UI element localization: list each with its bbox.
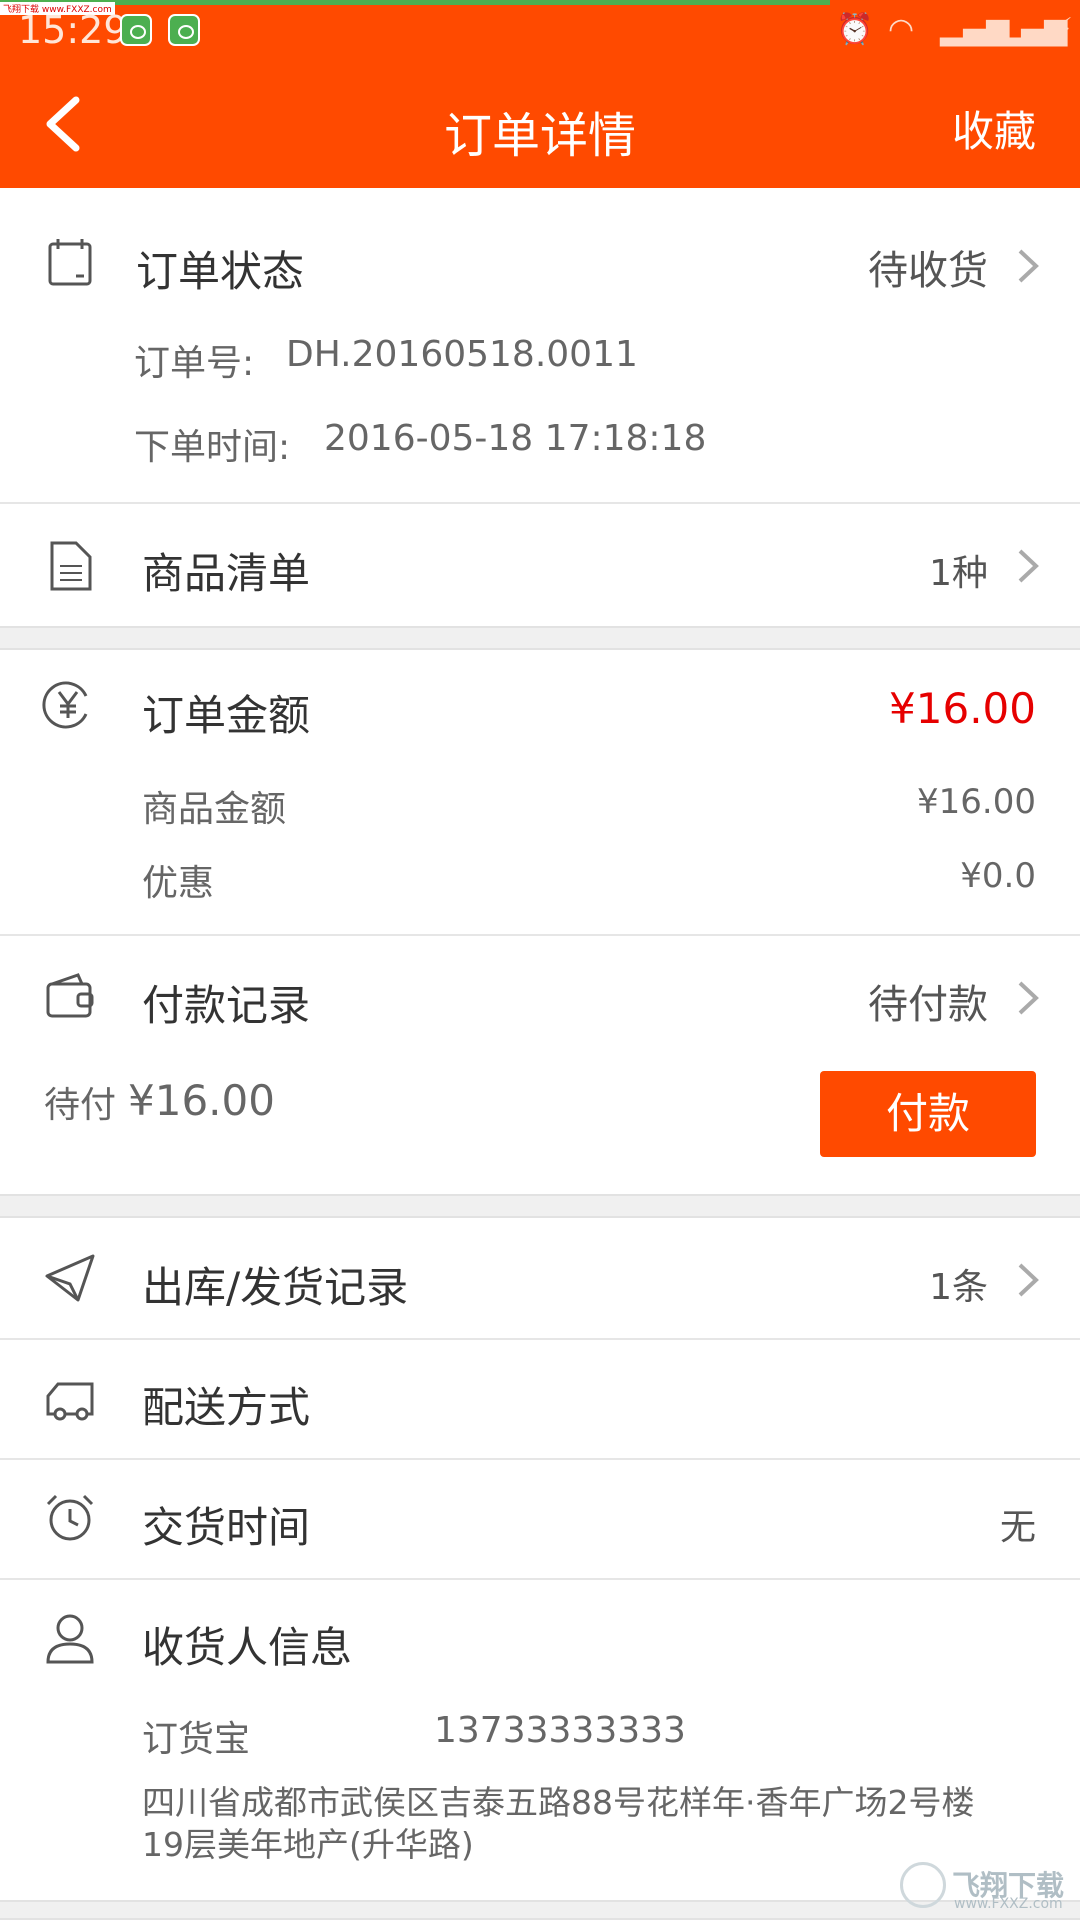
delivery-method-title: 配送方式 [142, 1383, 311, 1432]
receiver-address-line1: 四川省成都市武侯区吉泰五路88号花样年·香年广场2号楼 [142, 1783, 975, 1822]
site-watermark: 飞翔下载 www.FXXZ.com [900, 1858, 1070, 1914]
goods-list-title: 商品清单 [142, 549, 311, 598]
receiver-name: 订货宝 [142, 1719, 251, 1760]
shipping-record-count: 1条 [929, 1267, 988, 1308]
receiver-title: 收货人信息 [142, 1623, 353, 1672]
shipping-record-title: 出库/发货记录 [142, 1263, 409, 1312]
delivery-time-value: 无 [999, 1507, 1036, 1548]
divider [0, 502, 1080, 504]
paper-plane-icon [44, 1252, 96, 1304]
section-gap [0, 1194, 1080, 1218]
calendar-icon [44, 236, 96, 288]
chevron-right-icon [1012, 246, 1042, 286]
pending-amount: ¥16.00 [128, 1076, 275, 1125]
payment-status: 待付款 [868, 982, 988, 1028]
order-no-label: 订单号: [134, 343, 255, 384]
watermark-logo-icon [900, 1862, 946, 1908]
pending-label: 待付 [44, 1085, 117, 1126]
page-load-progress [0, 0, 830, 5]
divider [0, 934, 1080, 936]
order-time-value: 2016-05-18 17:18:18 [324, 418, 707, 459]
goods-list-count: 1种 [929, 553, 988, 594]
discount-value: ¥0.0 [960, 856, 1036, 896]
app-header: 订单详情 收藏 [0, 60, 1080, 188]
status-time: 15:29 [18, 8, 128, 52]
chevron-right-icon [1012, 1260, 1042, 1300]
order-status-value: 待收货 [868, 248, 988, 294]
order-amount-total: ¥16.00 [889, 684, 1036, 733]
watermark-url: www.FXXZ.com [954, 1896, 1063, 1912]
alarm-clock-icon [44, 1492, 96, 1544]
user-icon [44, 1612, 96, 1664]
wifi-icon: ◠ [888, 12, 915, 47]
chevron-right-icon [1012, 546, 1042, 586]
goods-amount-value: ¥16.00 [917, 782, 1036, 822]
android-icon [120, 14, 152, 46]
status-bar: 飞翔下载 www.FXXZ.com 15:29 ⏰ ◠ ▂▄▆ ▂▄▆ ⚡ [0, 0, 1080, 60]
yen-coin-icon [42, 678, 94, 730]
receiver-address-line2: 19层美年地产(升华路) [142, 1825, 474, 1864]
document-icon [44, 540, 96, 592]
chevron-right-icon [1012, 978, 1042, 1018]
order-time-label: 下单时间: [134, 427, 291, 468]
goods-amount-label: 商品金额 [142, 789, 287, 830]
divider [0, 1458, 1080, 1460]
payment-record-title: 付款记录 [142, 981, 311, 1030]
order-no-value: DH.20160518.0011 [286, 334, 638, 375]
divider [0, 1578, 1080, 1580]
order-amount-title: 订单金额 [142, 691, 311, 740]
wallet-icon [44, 970, 96, 1022]
order-status-title: 订单状态 [136, 247, 305, 296]
delivery-time-title: 交货时间 [142, 1503, 311, 1552]
charging-icon: ⚡ [1052, 12, 1074, 47]
discount-label: 优惠 [142, 863, 215, 904]
section-gap [0, 626, 1080, 650]
divider [0, 1338, 1080, 1340]
android-icon [168, 14, 200, 46]
pay-button[interactable]: 付款 [820, 1071, 1036, 1157]
receiver-phone: 13733333333 [434, 1710, 686, 1751]
page-title: 订单详情 [443, 108, 636, 164]
truck-icon [44, 1372, 96, 1424]
favorite-button[interactable]: 收藏 [952, 98, 1036, 159]
alarm-icon: ⏰ [836, 12, 874, 47]
